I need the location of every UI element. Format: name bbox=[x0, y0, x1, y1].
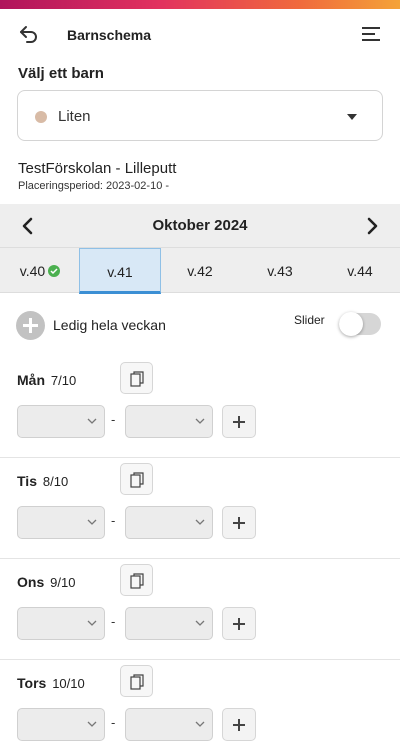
chevron-down-icon bbox=[195, 620, 205, 626]
time-separator: - bbox=[111, 614, 116, 629]
time-separator: - bbox=[111, 715, 116, 730]
day-label: Tis 8/10 bbox=[17, 473, 69, 489]
copy-icon bbox=[130, 674, 144, 690]
week-tab-40[interactable]: v.40 bbox=[0, 248, 80, 294]
add-time-button[interactable] bbox=[222, 607, 256, 640]
chevron-down-icon bbox=[87, 418, 97, 424]
chevron-down-icon bbox=[195, 519, 205, 525]
month-navigator: Oktober 2024 bbox=[0, 204, 400, 247]
copy-icon bbox=[130, 371, 144, 387]
copy-icon bbox=[130, 472, 144, 488]
slider-toggle[interactable] bbox=[339, 312, 381, 336]
end-time-select[interactable] bbox=[125, 708, 213, 741]
chevron-down-icon bbox=[87, 519, 97, 525]
chevron-down-icon bbox=[87, 721, 97, 727]
copy-day-button[interactable] bbox=[120, 362, 153, 394]
school-name: TestFörskolan - Lilleputt bbox=[18, 160, 177, 177]
page-title: Barnschema bbox=[67, 27, 152, 43]
month-label: Oktober 2024 bbox=[152, 217, 248, 234]
free-whole-week-button[interactable]: Ledig hela veckan bbox=[16, 310, 166, 340]
start-time-select[interactable] bbox=[17, 607, 105, 640]
chevron-left-icon bbox=[22, 217, 33, 235]
chevron-down-icon bbox=[87, 620, 97, 626]
copy-day-button[interactable] bbox=[120, 665, 153, 697]
time-separator: - bbox=[111, 412, 116, 427]
top-accent-bar bbox=[0, 0, 400, 9]
week-tab-43[interactable]: v.43 bbox=[240, 248, 320, 294]
week-label: v.43 bbox=[267, 263, 293, 279]
copy-icon bbox=[130, 573, 144, 589]
start-time-select[interactable] bbox=[17, 405, 105, 438]
add-time-button[interactable] bbox=[222, 708, 256, 741]
caret-down-icon bbox=[347, 114, 357, 120]
child-select-value: Liten bbox=[58, 108, 91, 125]
day-row-wed: Ons 9/10 - bbox=[0, 559, 400, 660]
week-label: v.44 bbox=[347, 263, 373, 279]
placement-period: Placeringsperiod: 2023-02-10 - bbox=[18, 180, 170, 192]
plus-circle-icon bbox=[16, 310, 45, 340]
child-color-dot bbox=[35, 111, 47, 123]
start-time-select[interactable] bbox=[17, 506, 105, 539]
end-time-select[interactable] bbox=[125, 405, 213, 438]
end-time-select[interactable] bbox=[125, 506, 213, 539]
copy-day-button[interactable] bbox=[120, 564, 153, 596]
start-time-select[interactable] bbox=[17, 708, 105, 741]
arrow-back-icon bbox=[20, 26, 37, 43]
free-whole-week-label: Ledig hela veckan bbox=[53, 317, 166, 333]
day-row-mon: Mån 7/10 - bbox=[0, 357, 400, 458]
add-time-button[interactable] bbox=[222, 405, 256, 438]
child-select[interactable]: Liten bbox=[17, 90, 383, 141]
day-row-thu: Tors 10/10 - bbox=[0, 660, 400, 756]
next-month-button[interactable] bbox=[364, 217, 380, 235]
week-tab-44[interactable]: v.44 bbox=[320, 248, 400, 294]
week-tab-41[interactable]: v.41 bbox=[79, 248, 161, 294]
week-label: v.41 bbox=[107, 264, 133, 280]
week-tabs: v.40 v.41 v.42 v.43 v.44 bbox=[0, 247, 400, 294]
chevron-down-icon bbox=[195, 418, 205, 424]
slider-label: Slider bbox=[294, 313, 325, 327]
toggle-knob bbox=[339, 312, 363, 336]
time-separator: - bbox=[111, 513, 116, 528]
week-label: v.42 bbox=[187, 263, 213, 279]
chevron-right-icon bbox=[367, 217, 378, 235]
day-label: Mån 7/10 bbox=[17, 372, 77, 388]
week-tab-42[interactable]: v.42 bbox=[160, 248, 240, 294]
previous-month-button[interactable] bbox=[20, 217, 36, 235]
day-label: Tors 10/10 bbox=[17, 675, 85, 691]
week-label: v.40 bbox=[19, 263, 46, 279]
end-time-select[interactable] bbox=[125, 607, 213, 640]
day-label: Ons 9/10 bbox=[17, 574, 76, 590]
menu-button[interactable] bbox=[362, 26, 380, 42]
chevron-down-icon bbox=[195, 721, 205, 727]
app-header: Barnschema bbox=[0, 9, 400, 61]
hamburger-menu-icon bbox=[362, 27, 380, 41]
copy-day-button[interactable] bbox=[120, 463, 153, 495]
child-picker-label: Välj ett barn bbox=[18, 65, 104, 82]
check-circle-icon bbox=[48, 265, 61, 277]
day-row-tue: Tis 8/10 - bbox=[0, 458, 400, 559]
back-button[interactable] bbox=[18, 23, 40, 45]
add-time-button[interactable] bbox=[222, 506, 256, 539]
